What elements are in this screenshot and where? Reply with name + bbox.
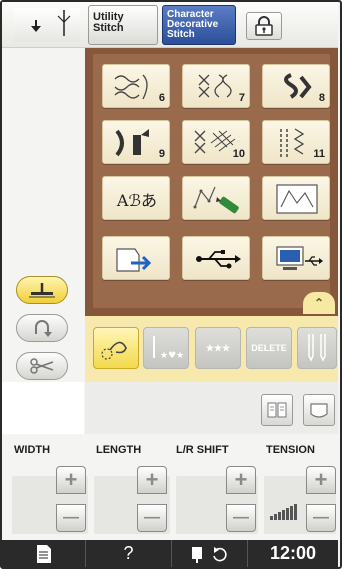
lock-button[interactable] xyxy=(246,12,282,40)
delete-button[interactable]: DELETE xyxy=(246,327,292,369)
help-button[interactable]: ? xyxy=(86,540,172,567)
twin-needle-icon xyxy=(31,10,71,36)
tab-character-line3: Stitch xyxy=(167,29,195,40)
stars-label: ★★★ xyxy=(205,342,231,353)
minus-icon: — xyxy=(233,509,249,526)
view-pattern-button[interactable] xyxy=(261,394,293,426)
custom-stitch-pen-button[interactable] xyxy=(182,176,250,220)
bottom-bar: ? 12:00 xyxy=(2,540,338,567)
scissors-icon xyxy=(30,358,54,374)
lock-icon xyxy=(255,16,273,36)
twin-needle-button[interactable] xyxy=(297,327,337,369)
custom-stitch-pen-icon xyxy=(193,186,239,214)
tab-utility-stitch[interactable]: Utility Stitch xyxy=(88,5,158,45)
presser-foot-icon xyxy=(29,283,55,298)
lr-shift-minus-button[interactable]: — xyxy=(226,504,256,532)
alphabet-text: Aℬあ xyxy=(116,191,158,210)
thread-loop-icon xyxy=(101,341,127,360)
minus-icon: — xyxy=(313,509,329,526)
clock: 12:00 xyxy=(248,540,338,567)
usb-icon xyxy=(196,250,241,269)
pattern-category-number: 7 xyxy=(238,92,245,104)
machine-rotate-icon xyxy=(191,546,227,563)
book-icon xyxy=(267,402,287,418)
help-icon: ? xyxy=(123,543,134,563)
pattern-category-number: 8 xyxy=(318,92,325,104)
minus-icon: — xyxy=(63,509,79,526)
pattern-category-9[interactable]: 9 xyxy=(102,120,170,164)
plus-icon: + xyxy=(314,467,328,492)
computer-usb-button[interactable] xyxy=(262,236,330,280)
plus-icon: + xyxy=(234,467,248,492)
custom-stitch-frame-icon xyxy=(276,184,318,214)
length-label: LENGTH xyxy=(96,444,142,456)
pattern-category-11[interactable]: 11 xyxy=(262,120,330,164)
plus-icon: + xyxy=(64,467,78,492)
pattern-category-7[interactable]: 7 xyxy=(182,64,250,108)
pattern-category-number: 10 xyxy=(232,148,245,160)
reverse-stitch-icon xyxy=(35,320,52,337)
tension-plus-button[interactable]: + xyxy=(306,466,336,494)
memory-pocket-button[interactable] xyxy=(102,236,170,280)
width-plus-button[interactable]: + xyxy=(56,466,86,494)
pattern-category-number: 11 xyxy=(313,148,325,160)
pocket-icon xyxy=(310,403,328,418)
pattern-category-8[interactable]: 8 xyxy=(262,64,330,108)
single-pattern-icon: ★♥★ xyxy=(153,336,184,361)
repeat-pattern-button[interactable]: ★★★ xyxy=(195,327,241,369)
left-column-lower xyxy=(2,382,84,434)
computer-usb-icon xyxy=(276,246,323,270)
plus-icon: + xyxy=(145,467,159,492)
length-plus-button[interactable]: + xyxy=(137,466,167,494)
usb-button[interactable] xyxy=(182,236,250,280)
width-minus-button[interactable]: — xyxy=(56,504,86,532)
thread-cutter-button[interactable] xyxy=(16,352,68,380)
tab-character-decorative-stitch[interactable]: Character Decorative Stitch xyxy=(162,5,236,45)
clock-time: 12:00 xyxy=(269,543,317,563)
lr-shift-plus-button[interactable]: + xyxy=(226,466,256,494)
pattern-category-number: 9 xyxy=(158,148,165,160)
double-chevron-up-icon: ⌃ xyxy=(313,296,325,310)
delete-label: DELETE xyxy=(251,343,287,353)
tension-label: TENSION xyxy=(266,444,315,456)
pattern-category-number: 6 xyxy=(158,92,165,104)
svg-text:★♥★: ★♥★ xyxy=(160,351,184,361)
memory-button[interactable] xyxy=(303,394,335,426)
tab-utility-line2: Stitch xyxy=(93,22,124,34)
length-minus-button[interactable]: — xyxy=(137,504,167,532)
mid-area xyxy=(85,382,338,434)
collapse-panel-button[interactable]: ⌃ xyxy=(303,292,335,314)
top-bar: Utility Stitch Character Decorative Stit… xyxy=(2,2,338,48)
document-icon xyxy=(36,544,51,563)
custom-stitch-frame-button[interactable] xyxy=(262,176,330,220)
memory-pocket-icon xyxy=(116,248,152,272)
presser-foot-button[interactable] xyxy=(16,276,68,304)
single-pattern-button[interactable]: ★♥★ xyxy=(143,327,189,369)
needle-mode-button[interactable] xyxy=(14,8,80,42)
width-label: WIDTH xyxy=(14,444,51,456)
pattern-category-6[interactable]: 6 xyxy=(102,64,170,108)
pattern-category-10[interactable]: 10 xyxy=(182,120,250,164)
twin-needle-icon xyxy=(308,334,326,362)
manual-button[interactable] xyxy=(2,540,86,567)
settings-mode-button[interactable] xyxy=(172,540,248,567)
lr-shift-label: L/R SHIFT xyxy=(176,444,229,456)
tension-level-icon xyxy=(270,504,297,520)
reverse-stitch-button[interactable] xyxy=(16,314,68,342)
alphabet-button[interactable]: Aℬあ xyxy=(102,176,170,220)
tension-minus-button[interactable]: — xyxy=(306,504,336,532)
thread-tension-mode-button[interactable] xyxy=(93,327,139,369)
minus-icon: — xyxy=(144,509,160,526)
